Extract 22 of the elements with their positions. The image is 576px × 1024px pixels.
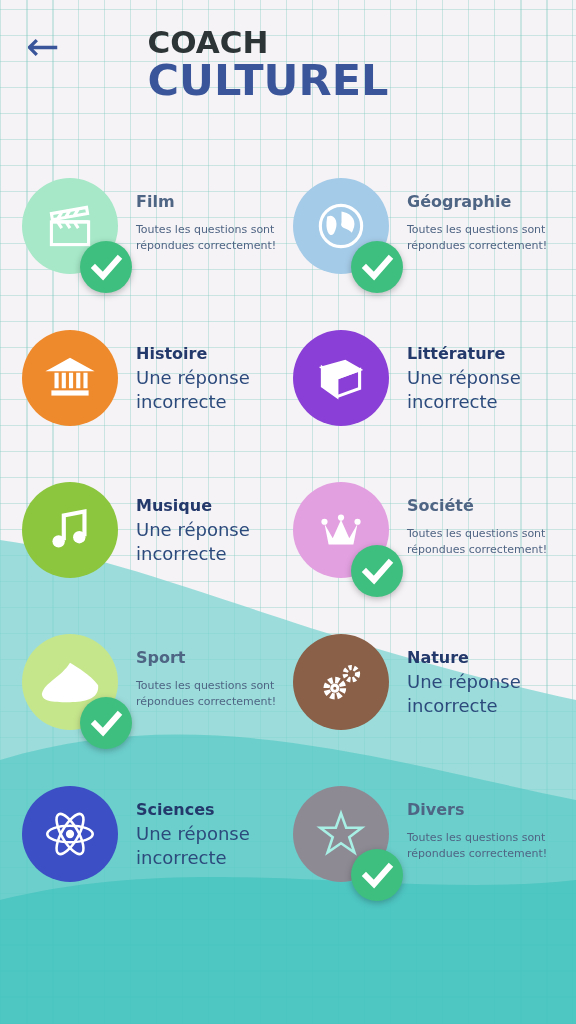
category-name: Histoire <box>136 344 209 363</box>
category-status: Une réponse incorrecte <box>136 366 251 414</box>
category-name: Divers <box>407 800 466 819</box>
category-status: Toutes les questions sont répondues correctement! <box>407 830 549 862</box>
category-name: Sciences <box>136 800 216 819</box>
category-status: Une réponse incorrecte <box>407 366 522 414</box>
app-title: COACH <box>147 26 270 58</box>
category-status: Toutes les questions sont répondues correctement! <box>136 222 278 254</box>
category-status: Toutes les questions sont répondues correctement! <box>136 678 278 710</box>
category-name: Société <box>407 496 475 515</box>
category-name: Musique <box>136 496 213 515</box>
category-status: Une réponse incorrecte <box>136 822 251 870</box>
category-name: Sport <box>136 648 187 667</box>
category-name: Géographie <box>407 192 513 211</box>
back-button[interactable]: ← <box>26 26 60 66</box>
category-status: Toutes les questions sont répondues correctement! <box>407 222 549 254</box>
app-title: CULTUREL <box>147 58 389 102</box>
category-status: Une réponse incorrecte <box>136 518 251 566</box>
category-name: Littérature <box>407 344 507 363</box>
category-status: Toutes les questions sont répondues correctement! <box>407 526 549 558</box>
category-name: Film <box>136 192 176 211</box>
category-name: Nature <box>407 648 470 667</box>
